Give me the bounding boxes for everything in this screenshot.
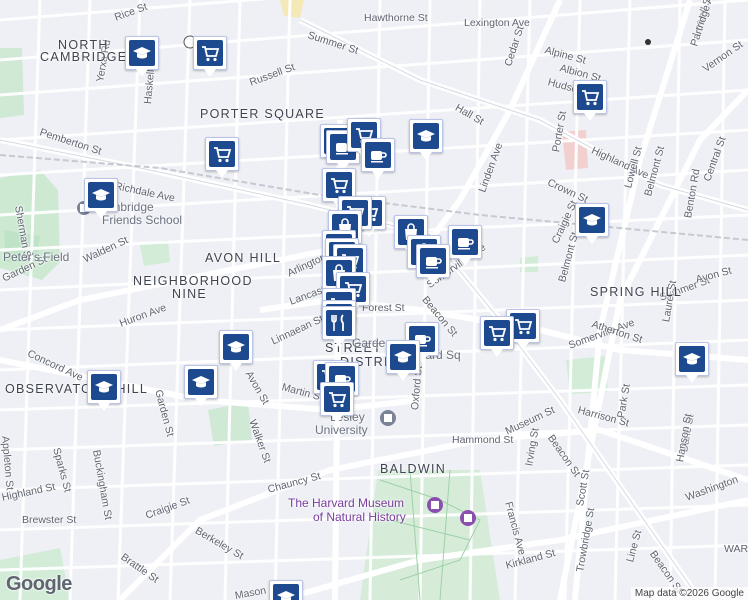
- marker-badge: [452, 229, 478, 255]
- map-marker[interactable]: [480, 316, 514, 357]
- neighborhood-label: NINE: [172, 287, 208, 301]
- neighborhood-label: CAMBRIDGE: [40, 50, 128, 64]
- cafe-icon: [458, 238, 474, 250]
- marker-badge: [365, 142, 391, 168]
- marker-badge: [413, 123, 439, 149]
- poi-label: of Natural History: [313, 510, 406, 524]
- map-marker[interactable]: [361, 138, 395, 179]
- cart-icon: [515, 319, 533, 335]
- marker-badge: [324, 386, 350, 412]
- school-icon: [92, 189, 110, 201]
- map-marker[interactable]: [87, 370, 121, 411]
- neighborhood-label: BALDWIN: [380, 462, 447, 476]
- marker-badge: [579, 207, 605, 233]
- marker-badge: [420, 248, 446, 274]
- map-marker[interactable]: [205, 137, 239, 178]
- map-canvas[interactable]: Rice St Hawthorne St Lexington Ave Summer S…: [0, 0, 748, 600]
- neighborhood-label: OBSERVATORY HILL: [5, 382, 149, 396]
- marker-badge: [188, 369, 214, 395]
- marker-badge: [273, 584, 299, 600]
- marker-badge: [223, 334, 249, 360]
- place-label: University: [315, 423, 368, 437]
- marker-badge: [390, 344, 416, 370]
- school-icon: [133, 47, 151, 59]
- map-marker[interactable]: [84, 178, 118, 219]
- map-marker[interactable]: [573, 80, 607, 121]
- school-icon: [277, 591, 295, 600]
- map-marker[interactable]: [448, 225, 482, 266]
- marker-badge: [484, 320, 510, 346]
- map-marker[interactable]: [219, 330, 253, 371]
- neighborhood-label: AVON HILL: [205, 251, 282, 265]
- cart-icon: [582, 90, 600, 106]
- marker-badge: [326, 310, 352, 336]
- map-marker[interactable]: [184, 365, 218, 406]
- school-icon: [95, 381, 113, 393]
- poi-label: The Harvard Museum: [288, 496, 405, 510]
- cafe-icon: [371, 151, 387, 163]
- map-marker[interactable]: [269, 580, 303, 600]
- cafe-icon: [426, 257, 442, 269]
- cart-icon: [202, 46, 220, 62]
- restaurant-icon: [331, 314, 344, 331]
- marker-badge: [326, 172, 352, 198]
- marker-badge: [679, 346, 705, 372]
- place-label: Peter's Field: [3, 250, 70, 264]
- school-icon: [394, 351, 412, 363]
- map-marker[interactable]: [193, 36, 227, 77]
- map-marker[interactable]: [575, 203, 609, 244]
- cart-icon: [489, 326, 507, 342]
- map-marker[interactable]: [409, 119, 443, 160]
- map-marker[interactable]: [320, 382, 354, 423]
- marker-badge: [209, 141, 235, 167]
- neighborhood-label: SPRING HILL: [590, 285, 683, 299]
- marker-badge: [129, 40, 155, 66]
- place-label: Friends School: [102, 213, 183, 227]
- school-icon: [683, 353, 701, 365]
- marker-badge: [91, 374, 117, 400]
- marker-badge: [88, 182, 114, 208]
- map-marker[interactable]: [416, 244, 450, 285]
- marker-badge: [197, 40, 223, 66]
- cart-icon: [214, 147, 232, 163]
- cart-icon: [329, 392, 347, 408]
- map-marker[interactable]: [322, 306, 356, 347]
- school-icon: [192, 376, 210, 388]
- google-logo: Google: [6, 573, 72, 595]
- school-icon: [417, 130, 435, 142]
- map-marker[interactable]: [386, 340, 420, 381]
- map-attribution[interactable]: Map data ©2026 Google: [630, 587, 748, 600]
- marker-badge: [577, 84, 603, 110]
- cart-icon: [331, 178, 349, 194]
- neighborhood-label: PORTER SQUARE: [200, 107, 326, 121]
- map-marker[interactable]: [675, 342, 709, 383]
- school-icon: [583, 214, 601, 226]
- school-icon: [227, 341, 245, 353]
- map-marker[interactable]: [125, 36, 159, 77]
